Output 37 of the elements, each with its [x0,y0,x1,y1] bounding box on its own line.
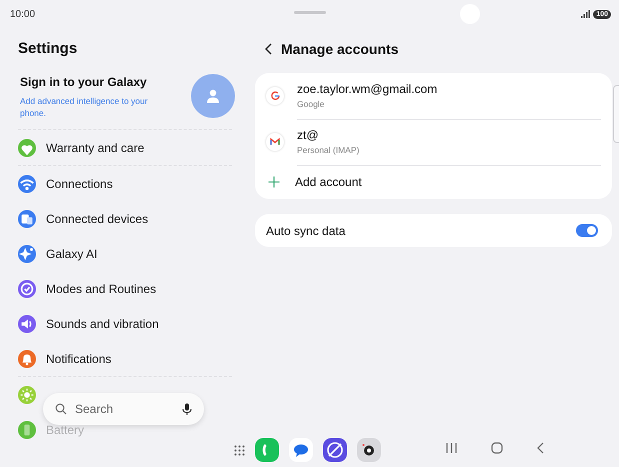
settings-item[interactable]: Connections [46,176,113,190]
setting-label: Auto sync data [266,224,346,238]
page-title: Settings [18,39,78,59]
account-type: Google [297,99,324,109]
messages-app-icon[interactable] [289,438,313,462]
status-time: 10:00 [10,8,36,20]
plus-icon[interactable] [268,176,280,188]
toggle-switch[interactable] [576,224,598,237]
account-name[interactable]: zoe.taylor.wm@gmail.com [297,82,438,96]
page-title: Manage accounts [281,41,398,57]
apps-grid-icon[interactable] [234,444,245,456]
sign-in-title: Sign in to your Galaxy [20,75,147,89]
settings-item[interactable]: Sounds and vibration [46,316,159,330]
back-button[interactable] [264,43,272,55]
drag-handle[interactable] [294,11,326,14]
settings-item[interactable]: Modes and Routines [46,282,156,296]
mail-icon [266,133,284,151]
search-bar[interactable]: Search [43,393,204,425]
account-type: Personal (IMAP) [297,145,360,155]
microphone-icon[interactable] [182,402,192,416]
settings-item[interactable]: Warranty and care [46,140,144,154]
search-icon [55,403,67,415]
camera-app-icon[interactable] [357,438,381,462]
browser-app-icon[interactable] [323,438,347,462]
recent-apps-icon[interactable] [446,443,457,453]
sign-in-subtitle: Add advanced intelligence to your phone. [20,95,149,119]
account-name[interactable]: zt@ [297,128,319,142]
google-logo-icon [266,87,284,105]
settings-item[interactable]: Galaxy AI [46,246,98,260]
home-icon[interactable] [491,442,503,454]
back-icon[interactable] [537,442,544,454]
sign-in-card[interactable]: Sign in to your Galaxy Add advanced intelligence to your phone. [18,67,232,129]
search-field[interactable]: Search [73,401,176,417]
settings-item[interactable]: Notifications [46,352,112,366]
signal-icon [581,10,590,18]
add-account-link[interactable]: Add account [295,175,362,189]
settings-item[interactable]: Connected devices [46,212,148,226]
